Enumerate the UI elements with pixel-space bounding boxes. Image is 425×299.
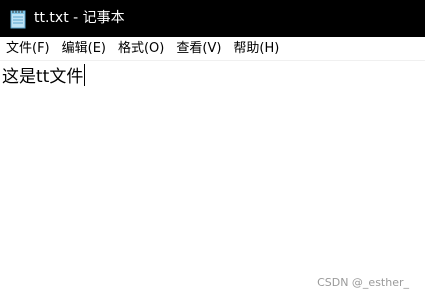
menu-help[interactable]: 帮助(H) xyxy=(227,37,285,61)
text-editor-area[interactable]: 这是tt文件 xyxy=(0,61,425,299)
menu-file[interactable]: 文件(F) xyxy=(0,37,56,61)
notepad-icon xyxy=(8,9,28,29)
menu-format[interactable]: 格式(O) xyxy=(112,37,170,61)
notepad-window: tt.txt - 记事本 文件(F) 编辑(E) 格式(O) 查看(V) 帮助(… xyxy=(0,0,425,299)
menu-view[interactable]: 查看(V) xyxy=(170,37,227,61)
editor-text: 这是tt文件 xyxy=(2,67,84,87)
text-caret xyxy=(84,64,86,86)
editor-content-line[interactable]: 这是tt文件 xyxy=(2,64,86,89)
title-bar[interactable]: tt.txt - 记事本 xyxy=(0,0,425,37)
menu-bar: 文件(F) 编辑(E) 格式(O) 查看(V) 帮助(H) xyxy=(0,37,425,61)
window-title: tt.txt - 记事本 xyxy=(34,10,125,26)
menu-edit[interactable]: 编辑(E) xyxy=(56,37,112,61)
watermark-text: CSDN @_esther_ xyxy=(317,276,409,289)
